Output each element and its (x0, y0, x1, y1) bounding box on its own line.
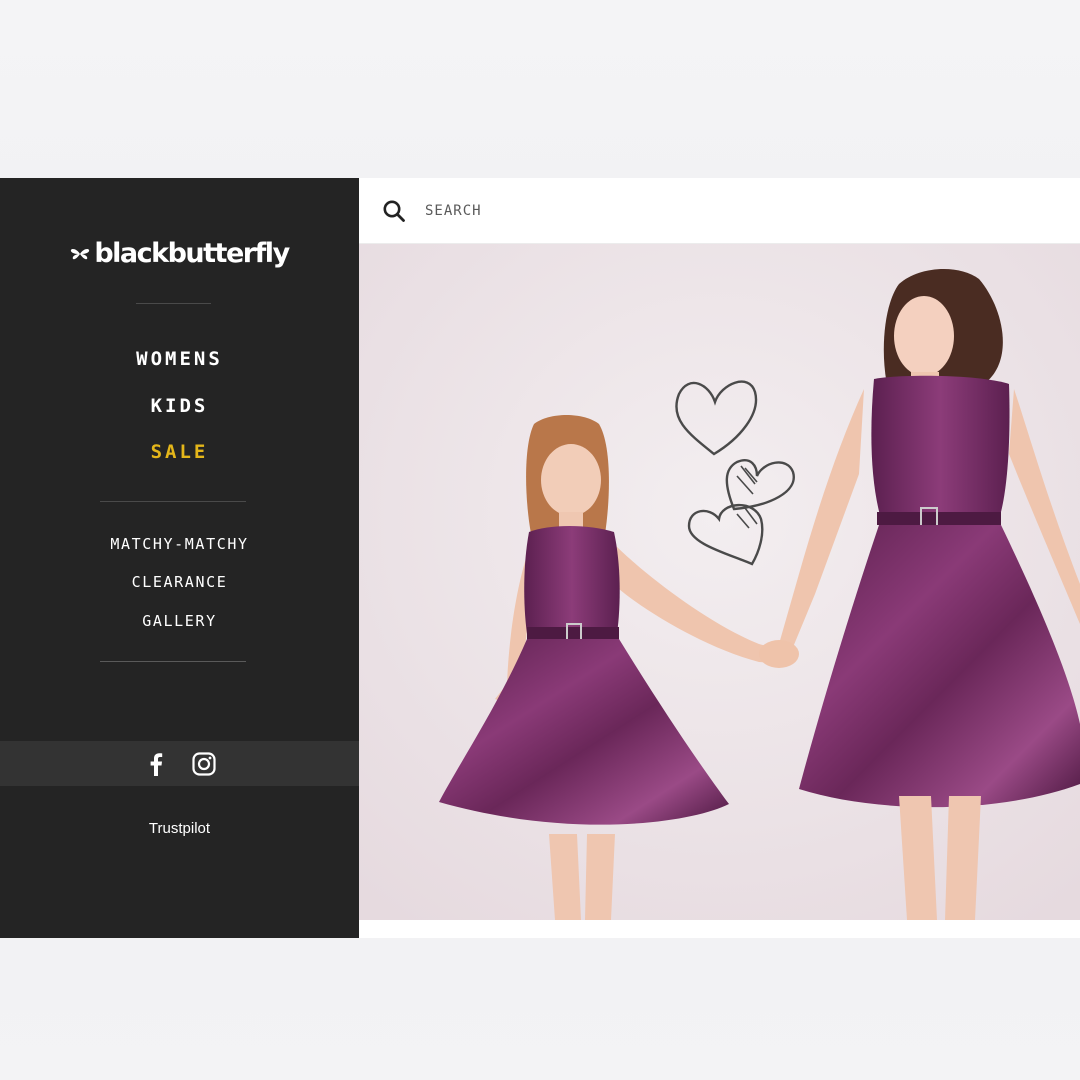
search-input[interactable] (425, 202, 985, 219)
search-icon[interactable] (382, 199, 406, 223)
facebook-icon[interactable] (143, 751, 169, 777)
nav-link-clearance[interactable]: CLEARANCE (132, 573, 228, 591)
hero-image[interactable] (359, 244, 1080, 920)
secondary-nav: MATCHY-MATCHY CLEARANCE GALLERY (0, 534, 359, 649)
sidebar: blackbutterfly WOMENS KIDS SALE MATCHY-M… (0, 178, 359, 938)
search-bar (359, 178, 1080, 244)
nav-item-womens: WOMENS (0, 348, 359, 395)
brand-name: blackbutterfly (94, 238, 290, 269)
main-content (359, 178, 1080, 938)
nav-item-clearance: CLEARANCE (0, 572, 359, 610)
holding-hands (759, 640, 799, 668)
nav-link-matchy-matchy[interactable]: MATCHY-MATCHY (110, 535, 248, 553)
nav-divider-top (100, 501, 246, 502)
social-bar (0, 741, 359, 786)
instagram-icon[interactable] (191, 751, 217, 777)
nav-link-sale[interactable]: SALE (151, 441, 209, 463)
nav-link-womens[interactable]: WOMENS (136, 348, 223, 370)
nav-item-kids: KIDS (0, 395, 359, 442)
nav-divider-bottom (100, 661, 246, 662)
nav-link-gallery[interactable]: GALLERY (142, 612, 216, 630)
primary-nav: WOMENS KIDS SALE (0, 348, 359, 488)
nav-link-kids[interactable]: KIDS (151, 395, 209, 417)
nav-item-sale: SALE (0, 441, 359, 488)
nav-item-matchy-matchy: MATCHY-MATCHY (0, 534, 359, 572)
brand-logo[interactable]: blackbutterfly (0, 238, 359, 269)
logo-divider (136, 303, 211, 304)
nav-item-gallery: GALLERY (0, 611, 359, 649)
hero-photo (359, 244, 1080, 920)
butterfly-icon (71, 248, 90, 259)
page-frame: blackbutterfly WOMENS KIDS SALE MATCHY-M… (0, 178, 1080, 938)
trustpilot-widget[interactable]: Trustpilot (0, 820, 359, 837)
